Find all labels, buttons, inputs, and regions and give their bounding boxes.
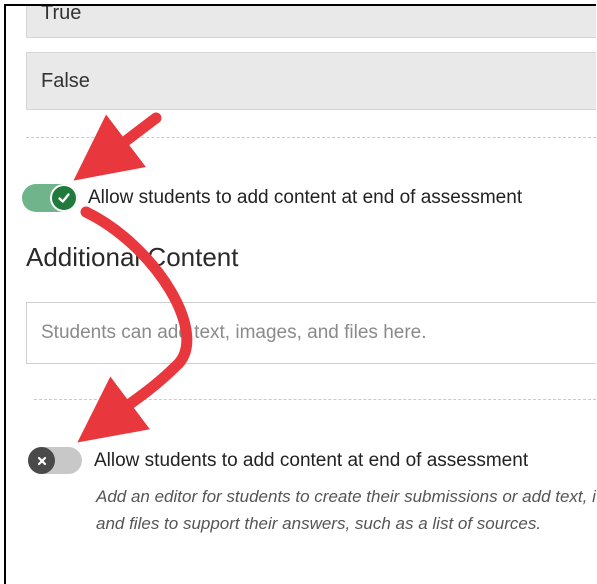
additional-content-title: Additional Content bbox=[26, 242, 239, 272]
additional-content-placeholder: Students can add text, images, and files… bbox=[41, 322, 427, 343]
additional-content-editor[interactable]: Students can add text, images, and files… bbox=[26, 302, 596, 364]
answer-option-true-label: True bbox=[41, 4, 82, 24]
toggle-help-line-2: and files to support their answers, such… bbox=[96, 514, 542, 533]
x-icon bbox=[37, 456, 46, 465]
toggle-knob-off bbox=[28, 447, 55, 474]
divider-bottom bbox=[34, 399, 596, 400]
divider-top bbox=[26, 137, 596, 138]
toggle-knob-on bbox=[50, 184, 78, 212]
annotation-arrow-top bbox=[73, 112, 162, 181]
screenshot-frame: True False Allow students to add content… bbox=[4, 4, 596, 584]
toggle-help-line-1: Add an editor for students to create the… bbox=[96, 487, 596, 506]
toggle-help-text: Add an editor for students to create the… bbox=[96, 483, 596, 537]
answer-option-false[interactable]: False bbox=[26, 52, 596, 110]
allow-content-toggle-on-label: Allow students to add content at end of … bbox=[88, 187, 523, 208]
answer-option-false-label: False bbox=[41, 69, 90, 92]
check-icon bbox=[58, 193, 70, 203]
allow-content-toggle-off[interactable] bbox=[28, 447, 82, 474]
allow-content-toggle-on[interactable] bbox=[22, 184, 78, 212]
allow-content-toggle-off-label: Allow students to add content at end of … bbox=[94, 450, 529, 471]
answer-option-true[interactable]: True bbox=[26, 4, 596, 38]
